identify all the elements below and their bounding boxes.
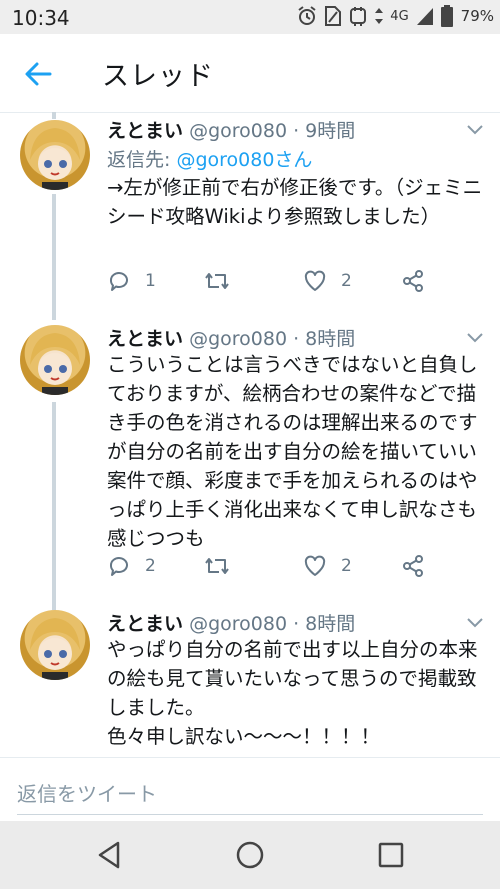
alarm-icon (298, 6, 316, 25)
separator-dot: · (293, 613, 300, 635)
status-icons: 4G 79% (296, 5, 494, 27)
reply-button[interactable]: 2 (107, 552, 156, 580)
reply-input-underline (17, 814, 483, 815)
battery-percent: 79% (460, 7, 494, 25)
tweet-author-name[interactable]: えとまい (107, 120, 183, 142)
chevron-down-icon[interactable] (466, 332, 484, 344)
share-button[interactable] (401, 267, 425, 295)
like-button[interactable]: 2 (303, 267, 352, 295)
reply-icon (109, 272, 128, 291)
tweet-author-name[interactable]: えとまい (107, 613, 183, 635)
retweet-button[interactable] (203, 552, 245, 580)
tweet[interactable]: えとまい @goro080 · 9時間 返信先: @goro080さん →左が修… (0, 112, 500, 320)
tweet-actions: 2 2 (107, 552, 437, 580)
nav-back-icon[interactable] (94, 839, 126, 871)
retweet-button[interactable] (203, 267, 245, 295)
separator-dot: · (293, 120, 300, 142)
heart-icon (304, 270, 326, 291)
tweet-header: えとまい @goro080 · 8時間 (107, 609, 355, 636)
sim-icon (325, 6, 342, 26)
tweet-actions: 1 2 (107, 267, 437, 295)
avatar[interactable] (20, 325, 90, 395)
reply-bar: 返信をツイート (0, 757, 500, 821)
avatar[interactable] (20, 120, 90, 190)
nav-home-icon[interactable] (234, 839, 266, 871)
chevron-down-icon[interactable] (466, 617, 484, 629)
status-bar: 10:34 4G 79% (0, 0, 500, 34)
thread-line (52, 194, 56, 320)
tweet-text: やっぱり自分の名前で出す以上自分の本来の絵も見て貰いたいなって思うので掲載致しま… (107, 638, 478, 748)
reply-to: 返信先: @goro080さん (107, 145, 312, 172)
tweet-time[interactable]: 8時間 (305, 328, 355, 350)
retweet-icon (205, 558, 229, 574)
reply-to-label: 返信先: (107, 149, 171, 171)
nav-recents-icon[interactable] (375, 839, 407, 871)
reply-icon (109, 557, 128, 576)
tweet-handle[interactable]: @goro080 (189, 328, 287, 350)
back-arrow-icon[interactable] (20, 56, 56, 92)
reply-button[interactable]: 1 (107, 267, 156, 295)
system-nav-bar (0, 821, 500, 889)
tweet-header: えとまい @goro080 · 9時間 (107, 116, 355, 143)
tweet-text: こういうことは言うべきではないと自負しておりますが、絵柄合わせの案件などで描き手… (107, 353, 478, 550)
tweet-time[interactable]: 9時間 (305, 120, 355, 142)
like-count: 2 (341, 556, 352, 576)
signal-icon (416, 8, 433, 25)
reply-input[interactable]: 返信をツイート (17, 778, 157, 807)
chevron-down-icon[interactable] (466, 124, 484, 136)
page-title: スレッド (102, 61, 214, 92)
avatar[interactable] (20, 610, 90, 680)
tweet-author-name[interactable]: えとまい (107, 328, 183, 350)
share-icon (403, 555, 423, 577)
battery-icon (440, 5, 453, 27)
tweet-handle[interactable]: @goro080 (189, 613, 287, 635)
reply-count: 2 (145, 556, 156, 576)
status-time: 10:34 (12, 6, 70, 30)
separator-dot: · (293, 328, 300, 350)
reply-count: 1 (145, 271, 156, 291)
app-header: スレッド (0, 34, 500, 113)
like-button[interactable]: 2 (303, 552, 352, 580)
heart-icon (304, 555, 326, 576)
thread-line (52, 402, 56, 610)
network-type: 4G (390, 8, 409, 24)
share-icon (403, 270, 423, 292)
like-count: 2 (341, 271, 352, 291)
retweet-icon (205, 273, 229, 289)
data-arrows-icon (375, 8, 384, 24)
notification-icon (350, 7, 367, 26)
share-button[interactable] (401, 552, 425, 580)
tweet[interactable]: えとまい @goro080 · 8時間 やっぱり自分の名前で出す以上自分の本来の… (0, 605, 500, 757)
tweet-header: えとまい @goro080 · 8時間 (107, 324, 355, 351)
thread-line (52, 112, 56, 119)
tweet-time[interactable]: 8時間 (305, 613, 355, 635)
tweet-text: →左が修正前で右が修正後です。（ジェミニシード攻略Wikiより参照致しました） (107, 176, 483, 228)
reply-mention-link[interactable]: @goro080さん (176, 149, 312, 171)
tweet-handle[interactable]: @goro080 (189, 120, 287, 142)
